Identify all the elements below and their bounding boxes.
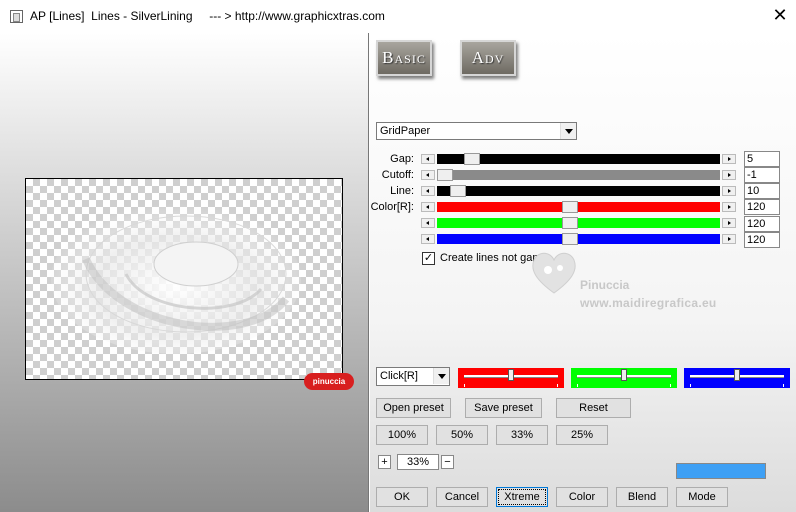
zoom-in-button[interactable]: + — [378, 455, 391, 469]
click-mode-value: Click[R] — [380, 370, 418, 382]
color-green-slider[interactable] — [421, 217, 736, 229]
gap-value-field[interactable]: 5 — [744, 151, 780, 167]
slider-thumb[interactable] — [562, 233, 578, 245]
arrow-left-icon[interactable] — [421, 186, 435, 196]
slider-track[interactable] — [437, 217, 720, 229]
zoom-out-button[interactable]: − — [441, 455, 454, 469]
arrow-right-icon[interactable] — [722, 234, 736, 244]
open-preset-button[interactable]: Open preset — [376, 398, 451, 418]
cancel-button[interactable]: Cancel — [436, 487, 488, 507]
preview-color-swatch[interactable] — [676, 463, 766, 479]
close-icon[interactable]: ✕ — [766, 4, 794, 28]
xtreme-button[interactable]: Xtreme — [496, 487, 548, 507]
picker-thumb[interactable] — [734, 369, 740, 381]
tab-basic[interactable]: Basic — [376, 40, 432, 76]
zoom-field[interactable]: 33% — [397, 454, 439, 470]
line-slider[interactable] — [421, 185, 736, 197]
preview-image — [51, 204, 301, 354]
save-preset-button[interactable]: Save preset — [465, 398, 542, 418]
arrow-left-icon[interactable] — [421, 218, 435, 228]
watermark-name: Pinuccia — [580, 278, 630, 292]
filter-select-value: GridPaper — [380, 125, 431, 137]
color-red-value-field[interactable]: 120 — [744, 199, 780, 215]
gap-label: Gap: — [390, 153, 414, 165]
cutoff-slider[interactable] — [421, 169, 736, 181]
line-value-field[interactable]: 10 — [744, 183, 780, 199]
gap-slider[interactable] — [421, 153, 736, 165]
ok-button[interactable]: OK — [376, 487, 428, 507]
arrow-right-icon[interactable] — [722, 202, 736, 212]
color-r-label: Color[R]: — [370, 201, 414, 213]
picker-tick — [670, 384, 671, 387]
click-mode-select[interactable]: Click[R] — [376, 367, 450, 386]
slider-thumb[interactable] — [437, 169, 453, 181]
picker-thumb[interactable] — [508, 369, 514, 381]
chevron-down-icon[interactable] — [560, 123, 576, 139]
arrow-left-icon[interactable] — [421, 170, 435, 180]
zoom-25-button[interactable]: 25% — [556, 425, 608, 445]
picker-tick — [557, 384, 558, 387]
slider-track[interactable] — [437, 169, 720, 181]
tab-adv[interactable]: Adv — [460, 40, 516, 76]
picker-tick — [690, 384, 691, 387]
color-red-slider[interactable] — [421, 201, 736, 213]
arrow-right-icon[interactable] — [722, 154, 736, 164]
picker-tick — [464, 384, 465, 387]
blend-button[interactable]: Blend — [616, 487, 668, 507]
slider-track[interactable] — [437, 153, 720, 165]
color-green-value-field[interactable]: 120 — [744, 216, 780, 232]
arrow-left-icon[interactable] — [421, 234, 435, 244]
slider-track[interactable] — [437, 185, 720, 197]
zoom-33-button[interactable]: 33% — [496, 425, 548, 445]
mode-button[interactable]: Mode — [676, 487, 728, 507]
window-title: AP [Lines] Lines - SilverLining --- > ht… — [30, 9, 385, 23]
color-blue-value-field[interactable]: 120 — [744, 232, 780, 248]
zoom-50-button[interactable]: 50% — [436, 425, 488, 445]
slider-track[interactable] — [437, 233, 720, 245]
picker-tick — [577, 384, 578, 387]
arrow-right-icon[interactable] — [722, 170, 736, 180]
line-label: Line: — [390, 185, 414, 197]
blue-color-picker[interactable] — [684, 368, 790, 388]
slider-thumb[interactable] — [562, 201, 578, 213]
picker-tick — [783, 384, 784, 387]
zoom-100-button[interactable]: 100% — [376, 425, 428, 445]
watermark-url: www.maidiregrafica.eu — [580, 296, 717, 310]
create-lines-checkbox[interactable]: ✓ — [422, 252, 435, 265]
red-color-picker[interactable] — [458, 368, 564, 388]
color-blue-slider[interactable] — [421, 233, 736, 245]
slider-thumb[interactable] — [464, 153, 480, 165]
reset-button[interactable]: Reset — [556, 398, 631, 418]
picker-thumb[interactable] — [621, 369, 627, 381]
heart-logo-icon — [532, 252, 576, 294]
filter-select[interactable]: GridPaper — [376, 122, 577, 140]
slider-thumb[interactable] — [562, 217, 578, 229]
preview-canvas[interactable] — [25, 178, 343, 380]
arrow-right-icon[interactable] — [722, 186, 736, 196]
green-color-picker[interactable] — [571, 368, 677, 388]
app-icon — [10, 10, 23, 23]
signature-badge: pinuccia — [304, 373, 354, 390]
cutoff-value-field[interactable]: -1 — [744, 167, 780, 183]
slider-thumb[interactable] — [450, 185, 466, 197]
arrow-right-icon[interactable] — [722, 218, 736, 228]
cutoff-label: Cutoff: — [381, 169, 414, 181]
color-button[interactable]: Color — [556, 487, 608, 507]
slider-track[interactable] — [437, 201, 720, 213]
arrow-left-icon[interactable] — [421, 202, 435, 212]
arrow-left-icon[interactable] — [421, 154, 435, 164]
chevron-down-icon[interactable] — [433, 368, 449, 384]
